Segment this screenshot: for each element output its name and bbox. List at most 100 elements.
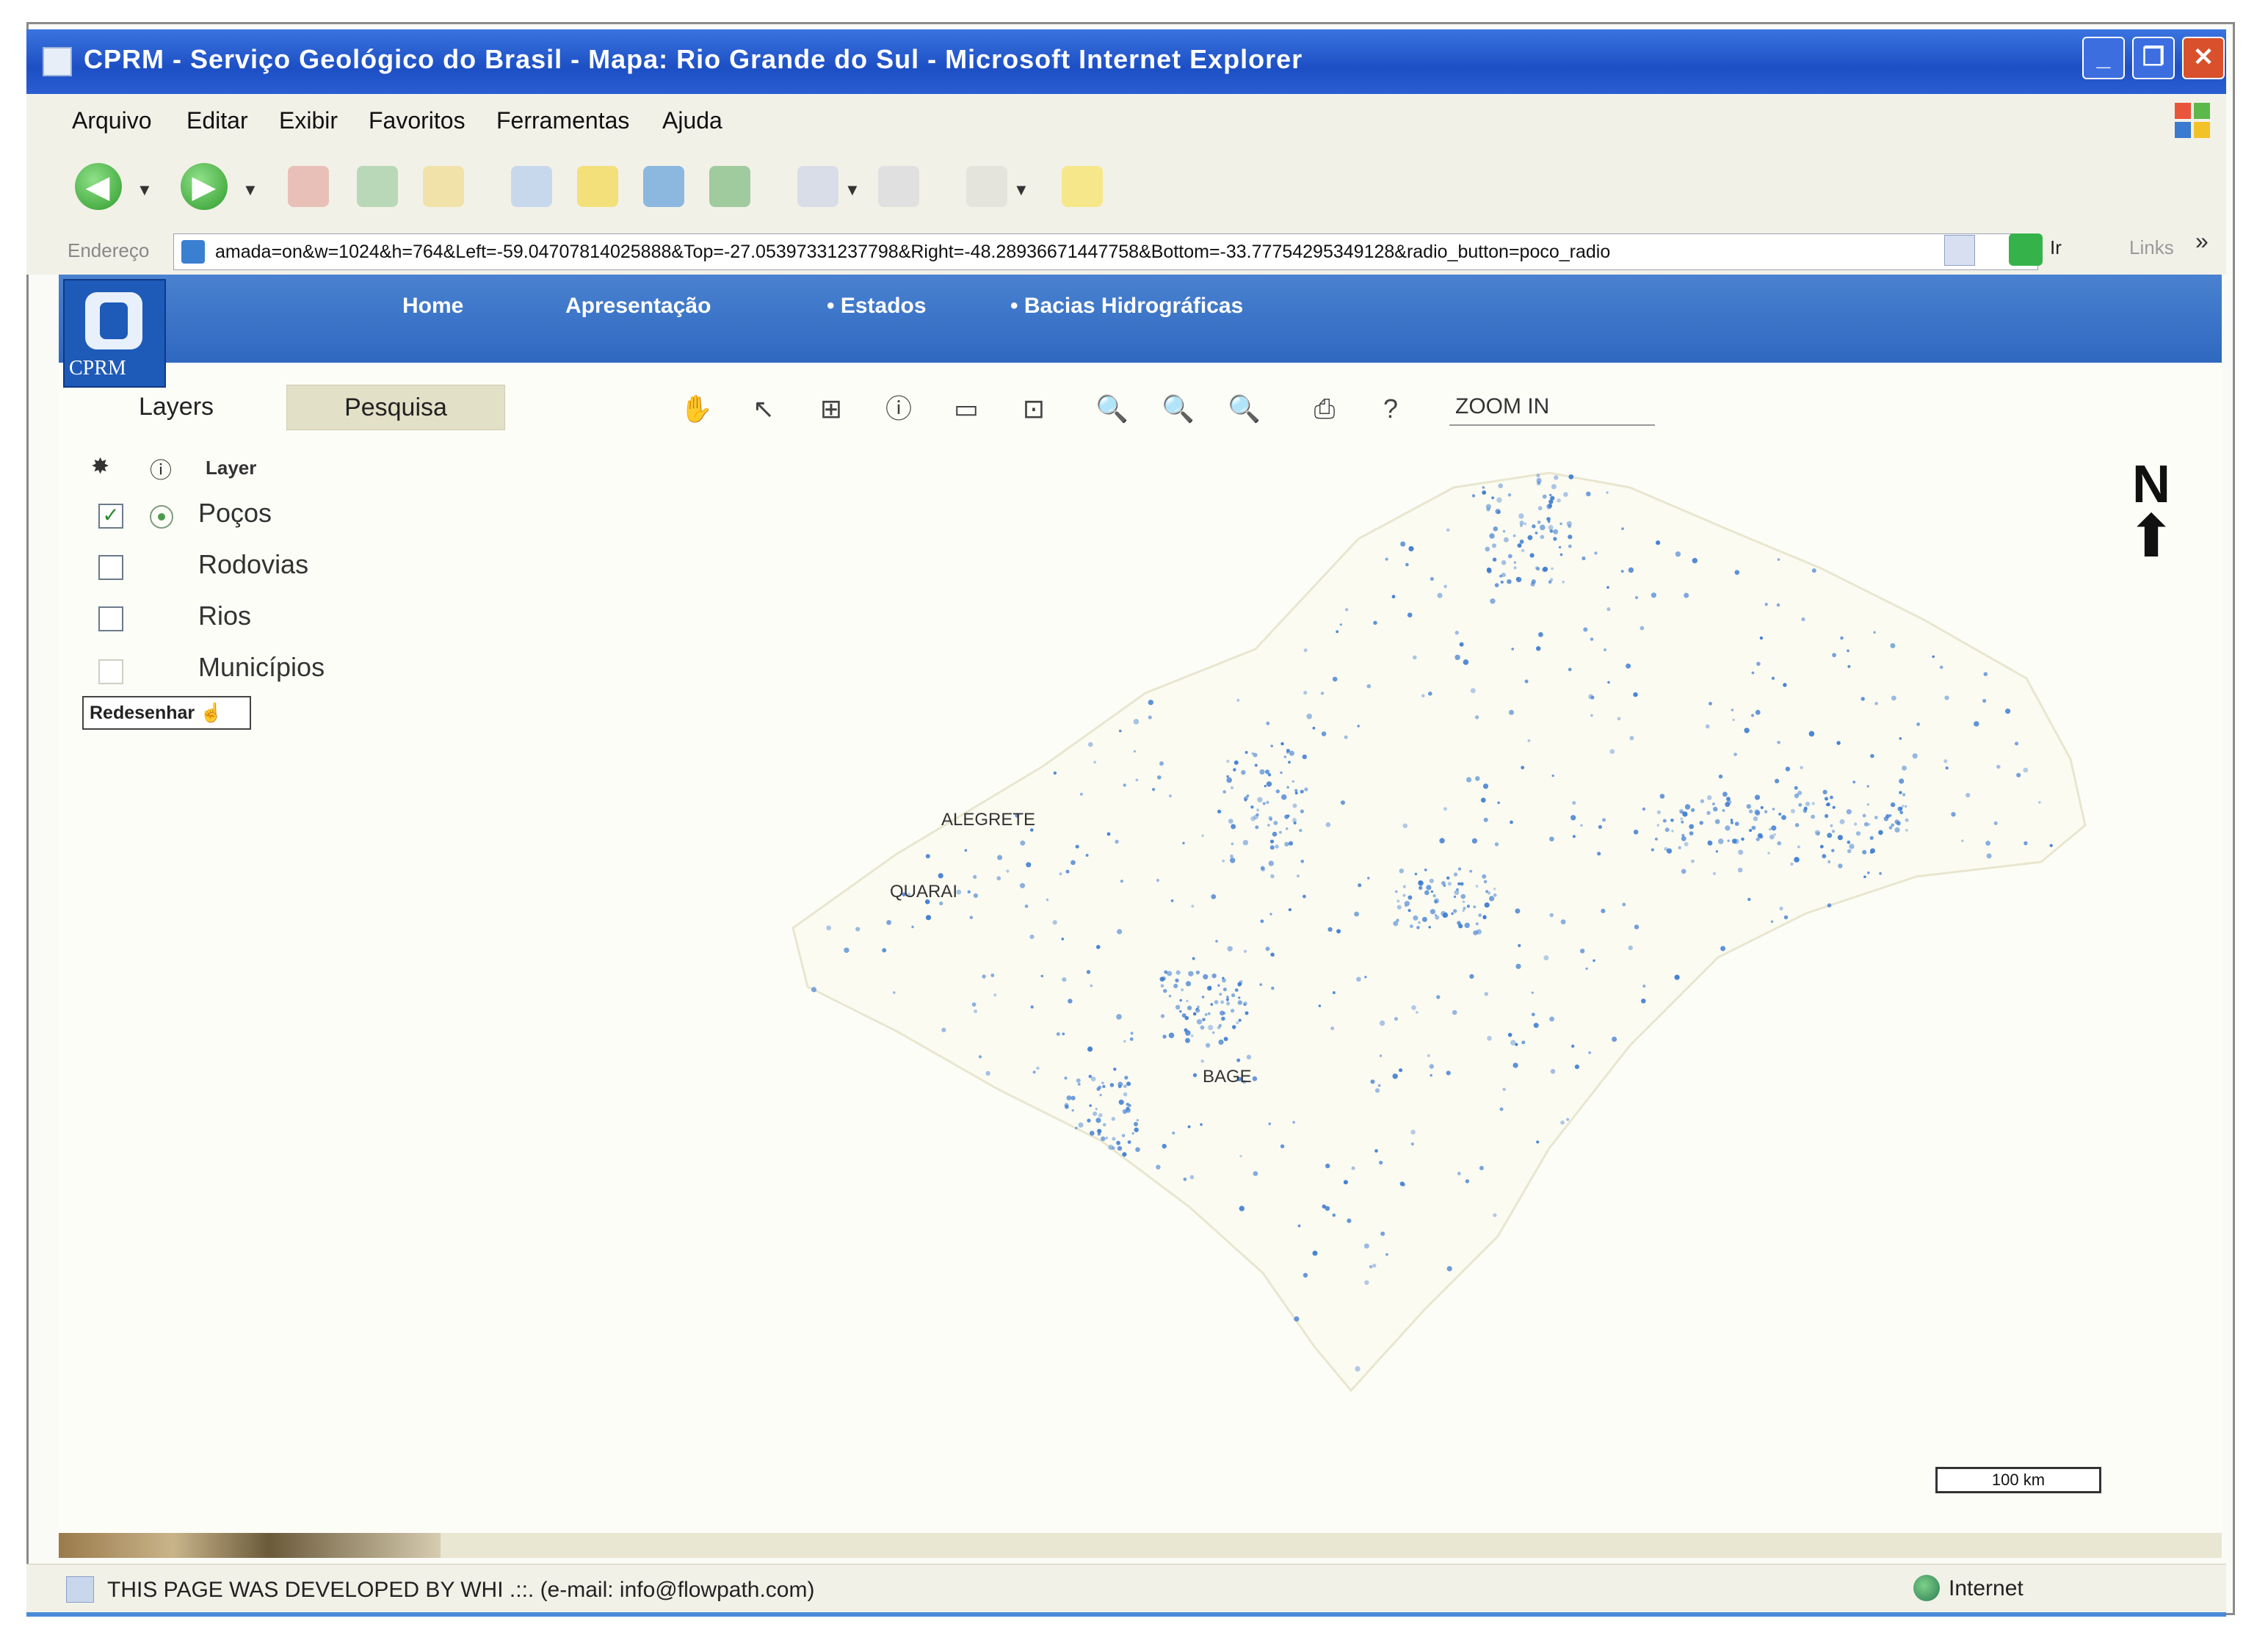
home-icon[interactable] — [423, 166, 464, 207]
map-canvas[interactable]: ALEGRETE QUARAI BAGE — [485, 443, 2166, 1442]
messenger-icon[interactable] — [1062, 166, 1103, 207]
well-point — [1855, 831, 1861, 836]
help-icon[interactable]: ? — [1374, 391, 1407, 427]
pan-hand-icon[interactable]: ✋ — [680, 391, 713, 427]
well-point — [1640, 626, 1645, 631]
print-icon[interactable] — [878, 166, 919, 207]
redesenhar-button[interactable]: Redesenhar ☝ — [82, 696, 251, 730]
zoom-previous-icon[interactable]: 🔍 — [1228, 391, 1261, 427]
well-point — [1916, 722, 1920, 726]
menu-exibir[interactable]: Exibir — [279, 107, 338, 134]
well-point — [1446, 528, 1450, 532]
nav-home[interactable]: Home — [402, 294, 463, 319]
media-icon[interactable] — [643, 166, 684, 207]
well-point — [1280, 742, 1284, 746]
full-extent-icon[interactable]: ⊞ — [815, 391, 847, 427]
layer-radio-pocos[interactable] — [150, 505, 173, 529]
search-icon[interactable] — [511, 166, 552, 207]
nav-estados[interactable]: • Estados — [827, 294, 927, 319]
forward-dropdown-icon[interactable]: ▼ — [242, 181, 258, 200]
well-point — [1794, 786, 1798, 790]
well-point — [1469, 974, 1474, 979]
well-point — [1266, 781, 1272, 787]
identify-icon[interactable]: ⓘ — [883, 391, 915, 427]
well-point — [1230, 854, 1233, 858]
well-point — [1437, 592, 1443, 598]
edit-icon[interactable] — [966, 166, 1007, 207]
well-point — [1609, 749, 1615, 754]
well-point — [1102, 1084, 1106, 1089]
well-point — [1874, 702, 1878, 706]
menu-ajuda[interactable]: Ajuda — [662, 107, 722, 134]
well-point — [1405, 904, 1407, 907]
refresh-icon[interactable] — [357, 166, 398, 207]
maximize-button[interactable]: ❐ — [2132, 37, 2175, 79]
well-point — [1280, 794, 1287, 800]
cprm-logo[interactable]: CPRM — [63, 279, 166, 388]
links-button[interactable]: Links — [2129, 236, 2174, 259]
security-zone-label: Internet — [1949, 1576, 2024, 1600]
menu-favoritos[interactable]: Favoritos — [369, 107, 465, 134]
zoom-in-icon[interactable]: 🔍 — [1095, 391, 1128, 427]
mail-icon[interactable] — [797, 166, 838, 207]
layer-checkbox-municipios[interactable] — [98, 659, 123, 684]
stop-icon[interactable] — [288, 166, 329, 207]
well-point — [1801, 617, 1805, 622]
well-point — [1511, 648, 1514, 650]
address-dropdown-icon[interactable] — [1944, 235, 1975, 266]
well-point — [1429, 1064, 1435, 1069]
back-button[interactable]: ◀ — [75, 163, 122, 210]
mail-dropdown-icon[interactable]: ▼ — [844, 181, 861, 200]
well-point — [1559, 553, 1563, 556]
nav-bacias-hidrograficas[interactable]: • Bacias Hidrográficas — [1010, 294, 1243, 319]
well-point — [1530, 581, 1535, 587]
well-point — [1426, 885, 1432, 891]
select-rectangle-icon[interactable]: ▭ — [950, 391, 982, 427]
minimize-button[interactable]: _ — [2082, 37, 2125, 79]
well-point — [1824, 813, 1829, 819]
back-dropdown-icon[interactable]: ▼ — [137, 181, 153, 200]
favorites-star-icon[interactable] — [577, 166, 618, 207]
well-point — [1706, 811, 1711, 815]
forward-button[interactable]: ▶ — [181, 163, 228, 210]
edit-dropdown-icon[interactable]: ▼ — [1013, 181, 1029, 200]
history-icon[interactable] — [709, 166, 750, 207]
nav-apresentacao[interactable]: Apresentação — [565, 294, 711, 319]
tab-pesquisa[interactable]: Pesquisa — [286, 385, 505, 430]
well-point — [1238, 1018, 1242, 1022]
go-arrow-icon[interactable] — [2009, 233, 2043, 266]
select-arrow-icon[interactable]: ↖ — [747, 391, 780, 427]
well-point — [1764, 810, 1768, 813]
well-point — [1961, 839, 1964, 843]
menu-editar[interactable]: Editar — [186, 107, 248, 134]
measure-icon[interactable]: ⊡ — [1018, 391, 1050, 427]
tab-layers[interactable]: Layers — [103, 385, 250, 429]
well-point — [1304, 787, 1308, 791]
well-point — [1096, 945, 1101, 949]
address-input[interactable]: amada=on&w=1024&h=764&Left=-59.047078140… — [173, 233, 2038, 270]
site-banner: Home Apresentação • Estados • Bacias Hid… — [59, 275, 2222, 363]
well-point — [1527, 739, 1531, 742]
print-map-icon[interactable]: ⎙ — [1308, 391, 1341, 427]
well-point — [826, 925, 832, 931]
zoom-out-icon[interactable]: 🔍 — [1162, 391, 1195, 427]
well-point — [1462, 900, 1465, 904]
well-point — [1568, 544, 1572, 548]
layer-checkbox-rios[interactable] — [98, 606, 123, 631]
well-point — [1233, 768, 1236, 772]
toolbar-chevron-icon[interactable]: » — [2195, 228, 2209, 255]
close-button[interactable]: ✕ — [2182, 37, 2225, 79]
well-point — [1484, 902, 1490, 908]
go-button[interactable]: Ir — [2050, 236, 2062, 259]
layer-checkbox-rodovias[interactable] — [98, 555, 123, 580]
well-point — [1543, 955, 1549, 961]
menu-ferramentas[interactable]: Ferramentas — [496, 107, 629, 134]
well-point — [1827, 860, 1831, 863]
well-point — [1776, 603, 1780, 607]
well-point — [1358, 883, 1362, 888]
layer-checkbox-pocos[interactable]: ✓ — [98, 504, 123, 529]
well-point — [1259, 769, 1265, 775]
menu-arquivo[interactable]: Arquivo — [72, 107, 152, 134]
well-point — [1294, 1316, 1300, 1322]
well-point — [1598, 824, 1602, 829]
